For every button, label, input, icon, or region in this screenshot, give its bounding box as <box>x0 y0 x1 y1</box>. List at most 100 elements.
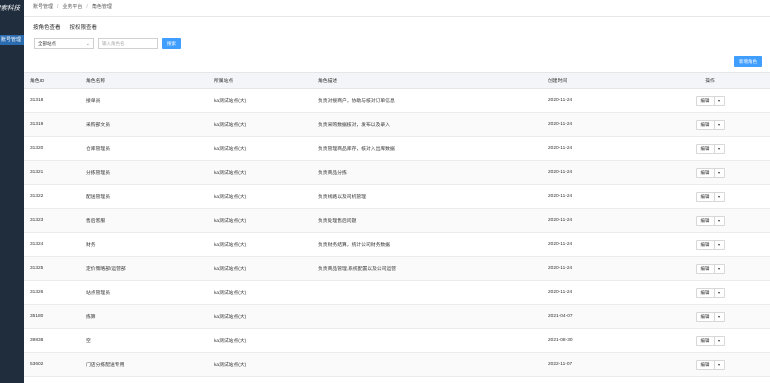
role-name-cell: 定价策略部/运营部 <box>86 256 214 281</box>
role-id-cell: 31319 <box>24 112 86 137</box>
table-row: 31318 接单员 ka测试站点(大) 负责对接商户，协助与核对订单信息 2020-11… <box>24 88 770 113</box>
row-action-group: 编辑 ▾ <box>695 287 725 298</box>
role-description-cell: 负责处理售后问题 <box>318 208 548 233</box>
site-cell: ka测试站点(大) <box>214 256 318 281</box>
created-date-cell: 2020-11-24 <box>548 232 650 257</box>
role-id-cell: 31323 <box>24 208 86 233</box>
table-toolbar: 新增角色 <box>24 52 770 72</box>
actions-cell: 编辑 ▾ <box>650 304 770 329</box>
caret-down-icon[interactable]: ▾ <box>715 193 724 201</box>
row-action-group: 编辑 ▾ <box>695 95 725 106</box>
created-date-cell: 2020-11-24 <box>548 160 650 185</box>
role-name-cell: 拣算 <box>86 304 214 329</box>
role-name-input[interactable] <box>98 38 158 49</box>
edit-button[interactable]: 编辑 <box>697 288 715 297</box>
created-date-cell: 2020-11-24 <box>548 136 650 161</box>
role-description-cell: 负责商品管理,系统配置以及公司运营 <box>318 256 548 281</box>
column-header: 角色ID <box>24 72 86 89</box>
site-cell: ka测试站点(大) <box>214 184 318 209</box>
caret-down-icon[interactable]: ▾ <box>715 337 724 345</box>
edit-button[interactable]: 编辑 <box>697 168 715 177</box>
table-row: 31322 配送管理员 ka测试站点(大) 负责线路以及司机管理 2020-11-24 编… <box>24 184 770 209</box>
breadcrumb-separator: / <box>57 4 59 10</box>
role-id-cell: 31318 <box>24 88 86 113</box>
row-action-group: 编辑 ▾ <box>695 215 725 226</box>
edit-button[interactable]: 编辑 <box>697 192 715 201</box>
role-description-cell <box>318 304 548 329</box>
actions-cell: 编辑 ▾ <box>650 136 770 161</box>
filter-bar: 全部站点 ⌄ 搜索 <box>24 35 770 52</box>
caret-down-icon[interactable]: ▾ <box>715 361 724 369</box>
role-description-cell: 负责商品分拣 <box>318 160 548 185</box>
tab-by-permission[interactable]: 按权限查看 <box>70 23 98 35</box>
role-name-cell: 分拣管理员 <box>86 160 214 185</box>
edit-button[interactable]: 编辑 <box>697 240 715 249</box>
actions-cell: 编辑 ▾ <box>650 88 770 113</box>
actions-cell: 编辑 ▾ <box>650 328 770 353</box>
site-select[interactable]: 全部站点 ⌄ <box>34 38 94 49</box>
site-cell: ka测试站点(大) <box>214 208 318 233</box>
column-header: 角色名称 <box>86 72 214 89</box>
actions-cell: 编辑 ▾ <box>650 112 770 137</box>
column-header: 操作 <box>650 72 770 89</box>
edit-button[interactable]: 编辑 <box>697 144 715 153</box>
site-cell: ka测试站点(大) <box>214 136 318 161</box>
row-action-group: 编辑 ▾ <box>695 311 725 322</box>
row-action-group: 编辑 ▾ <box>695 167 725 178</box>
role-id-cell: 53602 <box>24 352 86 377</box>
actions-cell: 编辑 ▾ <box>650 184 770 209</box>
row-action-group: 编辑 ▾ <box>695 359 725 370</box>
tab-by-role[interactable]: 按角色查看 <box>33 23 61 35</box>
edit-button[interactable]: 编辑 <box>697 312 715 321</box>
breadcrumb-item[interactable]: 账号管理 <box>33 4 53 10</box>
caret-down-icon[interactable]: ▾ <box>715 241 724 249</box>
role-name-cell: 售后客服 <box>86 208 214 233</box>
table-row: 31326 站点管理员 ka测试站点(大) 2020-11-24 编辑 ▾ <box>24 280 770 305</box>
caret-down-icon[interactable]: ▾ <box>715 313 724 321</box>
role-description-cell: 负责采购数据核对，发布以及录入 <box>318 112 548 137</box>
site-cell: ka测试站点(大) <box>214 160 318 185</box>
breadcrumb-separator: / <box>86 4 88 10</box>
site-cell: ka测试站点(大) <box>214 280 318 305</box>
role-name-cell: 财务 <box>86 232 214 257</box>
role-name-cell: 门店分拣配送专用 <box>86 352 214 377</box>
caret-down-icon[interactable]: ▾ <box>715 97 724 105</box>
edit-button[interactable]: 编辑 <box>697 264 715 273</box>
table-row: 31321 分拣管理员 ka测试站点(大) 负责商品分拣 2020-11-24 编辑 ▾ <box>24 160 770 185</box>
role-description-cell <box>318 328 548 353</box>
site-select-value: 全部站点 <box>38 40 56 46</box>
sidebar-item-account-management[interactable]: 账号管理 <box>0 35 24 45</box>
table-row: 31325 定价策略部/运营部 ka测试站点(大) 负责商品管理,系统配置以及公司运营… <box>24 256 770 281</box>
edit-button[interactable]: 编辑 <box>697 96 715 105</box>
breadcrumb-item[interactable]: 业务平台 <box>62 4 82 10</box>
table-row: 31323 售后客服 ka测试站点(大) 负责处理售后问题 2020-11-24 编辑 ▾ <box>24 208 770 233</box>
created-date-cell: 2020-11-24 <box>548 280 650 305</box>
caret-down-icon[interactable]: ▾ <box>715 217 724 225</box>
edit-button[interactable]: 编辑 <box>697 360 715 369</box>
add-role-button[interactable]: 新增角色 <box>734 56 762 67</box>
caret-down-icon[interactable]: ▾ <box>715 169 724 177</box>
caret-down-icon[interactable]: ▾ <box>715 121 724 129</box>
edit-button[interactable]: 编辑 <box>697 120 715 129</box>
created-date-cell: 2020-11-24 <box>548 184 650 209</box>
caret-down-icon[interactable]: ▾ <box>715 145 724 153</box>
column-header: 所属站点 <box>214 72 318 89</box>
table-row: 35180 拣算 ka测试站点(大) 2021-04-07 编辑 ▾ <box>24 304 770 329</box>
search-button[interactable]: 搜索 <box>162 38 181 49</box>
site-cell: ka测试站点(大) <box>214 352 318 377</box>
edit-button[interactable]: 编辑 <box>697 216 715 225</box>
created-date-cell: 2020-11-24 <box>548 256 650 281</box>
actions-cell: 编辑 ▾ <box>650 160 770 185</box>
role-name-cell: 采购部文员 <box>86 112 214 137</box>
caret-down-icon[interactable]: ▾ <box>715 289 724 297</box>
row-action-group: 编辑 ▾ <box>695 335 725 346</box>
role-description-cell: 负责线路以及司机管理 <box>318 184 548 209</box>
role-name-cell: 接单员 <box>86 88 214 113</box>
role-description-cell: 负责对接商户，协助与核对订单信息 <box>318 88 548 113</box>
edit-button[interactable]: 编辑 <box>697 336 715 345</box>
site-cell: ka测试站点(大) <box>214 304 318 329</box>
created-date-cell: 2020-11-24 <box>548 112 650 137</box>
role-description-cell <box>318 352 548 377</box>
role-id-cell: 35180 <box>24 304 86 329</box>
caret-down-icon[interactable]: ▾ <box>715 265 724 273</box>
